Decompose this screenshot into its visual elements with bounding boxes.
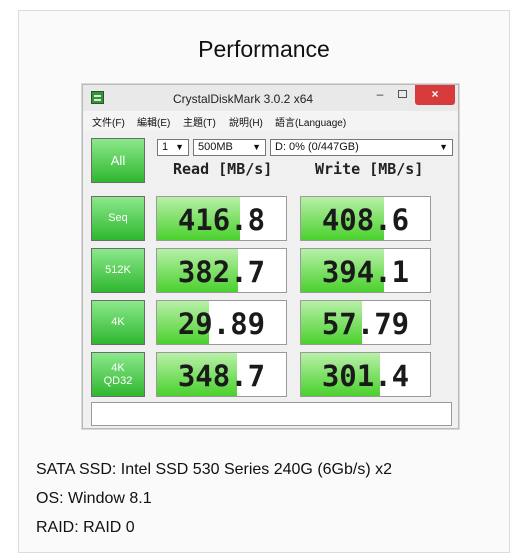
seq-write-value: 408.6 [321, 203, 410, 237]
read-header: Read [MB/s] [173, 160, 273, 178]
seq-read-value: 416.8 [177, 203, 266, 237]
seq-read-cell: 416.8 [156, 196, 287, 241]
512k-write-value: 394.1 [321, 255, 410, 289]
title-bar[interactable]: CrystalDiskMark 3.0.2 x64 – × [83, 85, 458, 111]
drive-value: D: 0% (0/447GB) [275, 141, 359, 153]
4k-read-cell: 29.89 [156, 300, 287, 345]
test-count-select[interactable]: 1 ▼ [157, 139, 189, 156]
card-title: Performance [198, 36, 330, 62]
crystaldiskmark-window: CrystalDiskMark 3.0.2 x64 – × 文件(F) 編輯(E… [82, 84, 459, 429]
chevron-down-icon: ▼ [175, 142, 184, 152]
chevron-down-icon: ▼ [439, 142, 448, 152]
4k-qd32-button[interactable]: 4K QD32 [91, 352, 145, 397]
test-size-value: 500MB [198, 141, 233, 153]
4k-qd32-read-value: 348.7 [177, 359, 266, 393]
minimize-button[interactable]: – [369, 85, 391, 105]
menu-edit[interactable]: 編輯(E) [137, 114, 170, 129]
performance-card: Performance CrystalDiskMark 3.0.2 x64 – … [18, 10, 510, 553]
close-button[interactable]: × [415, 85, 455, 105]
seq-button[interactable]: Seq [91, 196, 145, 241]
4k-qd32-write-cell: 301.4 [300, 352, 431, 397]
maximize-icon [397, 90, 407, 98]
menu-theme[interactable]: 主題(T) [183, 114, 216, 129]
raid-info: RAID: RAID 0 [36, 519, 135, 536]
maximize-button[interactable] [391, 85, 413, 105]
4k-button[interactable]: 4K [91, 300, 145, 345]
seq-write-cell: 408.6 [300, 196, 431, 241]
menu-bar: 文件(F) 編輯(E) 主題(T) 說明(H) 語言(Language) [83, 111, 458, 131]
drive-select[interactable]: D: 0% (0/447GB) ▼ [270, 139, 453, 156]
4k-qd32-write-value: 301.4 [321, 359, 410, 393]
4k-write-value: 57.79 [321, 307, 410, 341]
ssd-info: SATA SSD: Intel SSD 530 Series 240G (6Gb… [36, 461, 393, 478]
4k-read-value: 29.89 [177, 307, 266, 341]
menu-language[interactable]: 語言(Language) [275, 114, 346, 129]
window-title: CrystalDiskMark 3.0.2 x64 [173, 92, 314, 106]
menu-help[interactable]: 說明(H) [229, 114, 263, 129]
512k-button[interactable]: 512K [91, 248, 145, 293]
512k-read-cell: 382.7 [156, 248, 287, 293]
comment-field[interactable] [91, 402, 452, 426]
test-count-value: 1 [162, 141, 169, 153]
512k-write-cell: 394.1 [300, 248, 431, 293]
crystaldiskmark-icon [91, 91, 104, 104]
chevron-down-icon: ▼ [252, 142, 261, 152]
write-header: Write [MB/s] [315, 160, 424, 178]
test-size-select[interactable]: 500MB ▼ [193, 139, 266, 156]
4k-write-cell: 57.79 [300, 300, 431, 345]
menu-file[interactable]: 文件(F) [92, 114, 125, 129]
512k-read-value: 382.7 [177, 255, 266, 289]
all-button[interactable]: All [91, 138, 145, 183]
os-info: OS: Window 8.1 [36, 490, 152, 507]
4k-qd32-read-cell: 348.7 [156, 352, 287, 397]
